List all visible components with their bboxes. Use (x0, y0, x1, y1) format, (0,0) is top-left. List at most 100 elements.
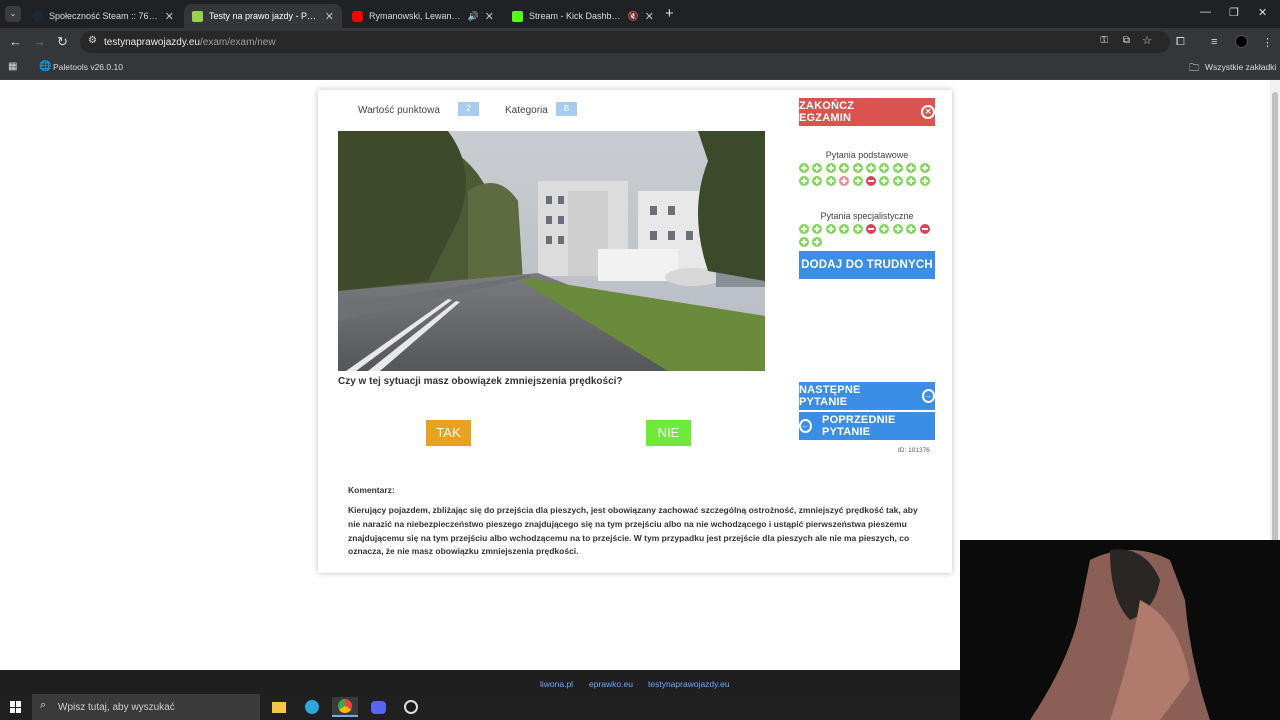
correct-question-marker[interactable] (852, 176, 863, 187)
correct-question-marker[interactable] (812, 224, 823, 234)
category-badge: B (556, 102, 577, 116)
wrong-question-marker[interactable] (865, 224, 876, 234)
correct-question-marker[interactable] (879, 224, 890, 234)
menu-icon[interactable]: ⋮ (1262, 36, 1273, 49)
tab-title: Społeczność Steam :: 76561198 (49, 11, 159, 21)
obs-icon[interactable] (398, 697, 424, 717)
file-explorer-icon[interactable] (266, 697, 292, 717)
taskbar-search-input[interactable]: ⌕ Wpisz tutaj, aby wyszukać (32, 694, 260, 720)
correct-question-marker[interactable] (839, 176, 850, 187)
edge-icon[interactable] (299, 697, 325, 717)
youtube-icon (352, 10, 363, 22)
answer-no-button[interactable]: NIE (646, 420, 691, 446)
extensions-icon[interactable]: ⧠ (1176, 36, 1185, 49)
correct-question-marker[interactable] (865, 163, 876, 173)
correct-question-marker[interactable] (852, 163, 863, 173)
all-bookmarks[interactable]: Wszystkie zakładki (1205, 62, 1276, 72)
comment-text: Kierujący pojazdem, zbliżając się do prz… (348, 505, 918, 557)
correct-question-marker[interactable] (919, 163, 930, 173)
prev-label: POPRZEDNIE PYTANIE (822, 414, 896, 438)
tab-youtube[interactable]: Rymanowski, Lewandowski 🔊 ✕ (344, 4, 502, 28)
kick-icon (512, 10, 523, 22)
question-id: ID: 101376 (898, 447, 930, 454)
special-questions-grid (799, 224, 933, 250)
new-tab-button[interactable]: + (665, 5, 674, 22)
tab-search-button[interactable]: ⌄ (5, 6, 21, 22)
discord-icon[interactable] (365, 697, 391, 717)
correct-question-marker[interactable] (825, 176, 836, 187)
tab-title: Stream - Kick Dashboard (529, 11, 624, 21)
tab-steam[interactable]: Społeczność Steam :: 76561198 ✕ (24, 4, 182, 28)
search-placeholder: Wpisz tutaj, aby wyszukać (58, 701, 175, 713)
correct-question-marker[interactable] (879, 163, 890, 173)
site-icon (192, 10, 203, 22)
correct-question-marker[interactable] (906, 163, 917, 173)
correct-question-marker[interactable] (892, 176, 903, 187)
correct-question-marker[interactable] (799, 176, 809, 187)
wrong-question-marker[interactable] (865, 176, 876, 187)
reload-icon[interactable]: ↻ (57, 34, 68, 50)
correct-question-marker[interactable] (892, 224, 903, 234)
correct-question-marker[interactable] (892, 163, 903, 173)
correct-question-marker[interactable] (799, 163, 809, 173)
minimize-icon[interactable]: — (1200, 6, 1211, 18)
footer-link-liwona[interactable]: liwona.pl (540, 679, 573, 689)
footer-link-eprawko[interactable]: eprawko.eu (589, 679, 633, 689)
correct-question-marker[interactable] (839, 163, 850, 173)
wrong-question-marker[interactable] (919, 224, 930, 234)
close-tab-icon[interactable]: ✕ (325, 10, 334, 23)
basic-questions-grid (799, 163, 933, 189)
previous-question-button[interactable]: ← POPRZEDNIE PYTANIE (799, 412, 935, 440)
question-text: Czy w tej sytuacji masz obowiązek zmniej… (338, 376, 623, 387)
tab-title: Rymanowski, Lewandowski (369, 11, 464, 21)
correct-question-marker[interactable] (812, 163, 823, 173)
close-tab-icon[interactable]: ✕ (485, 10, 494, 23)
next-question-button[interactable]: NASTĘPNE PYTANIE → (799, 382, 935, 410)
profile-avatar[interactable] (1235, 35, 1248, 48)
correct-question-marker[interactable] (812, 237, 823, 248)
muted-icon[interactable]: 🔇 (628, 11, 639, 22)
add-to-difficult-button[interactable]: DODAJ DO TRUDNYCH (799, 251, 935, 279)
correct-question-marker[interactable] (879, 176, 890, 187)
tab-testy[interactable]: Testy na prawo jazdy - Przygotu ✕ (184, 4, 342, 28)
site-info-icon[interactable]: ⚙ (88, 35, 97, 46)
forward-icon[interactable]: → (33, 34, 46, 50)
url-host: testynaprawojazdy.eu (104, 36, 200, 48)
correct-question-marker[interactable] (799, 224, 809, 234)
correct-question-marker[interactable] (812, 176, 823, 187)
close-window-icon[interactable]: ✕ (1258, 6, 1267, 19)
footer-link-testy[interactable]: testynaprawojazdy.eu (648, 679, 730, 689)
windows-start-icon[interactable] (10, 701, 22, 713)
address-bar[interactable]: ⚙ testynaprawojazdy.eu/exam/exam/new ⚿ ⧉… (80, 31, 1170, 53)
install-icon[interactable]: ⧉ (1123, 35, 1130, 46)
speaker-icon[interactable]: 🔊 (468, 11, 479, 22)
correct-question-marker[interactable] (799, 237, 809, 248)
correct-question-marker[interactable] (906, 224, 917, 234)
chrome-icon[interactable] (332, 697, 358, 717)
correct-question-marker[interactable] (919, 176, 930, 187)
bookmark-paletools[interactable]: Paletools v26.0.10 (53, 62, 123, 72)
bookmark-star-icon[interactable]: ☆ (1142, 34, 1152, 47)
search-icon: ⌕ (40, 699, 47, 711)
answer-yes-button[interactable]: TAK (426, 420, 471, 446)
key-icon[interactable]: ⚿ (1100, 35, 1108, 46)
reading-list-icon[interactable]: ≡ (1211, 36, 1217, 48)
question-image (338, 131, 765, 371)
end-exam-button[interactable]: ZAKOŃCZ EGZAMIN ✕ (799, 98, 935, 126)
tab-title: Testy na prawo jazdy - Przygotu (209, 11, 319, 21)
correct-question-marker[interactable] (906, 176, 917, 187)
browser-toolbar: ← → ↻ ⚙ testynaprawojazdy.eu/exam/exam/n… (0, 28, 1280, 56)
back-icon[interactable]: ← (9, 34, 22, 50)
close-tab-icon[interactable]: ✕ (645, 10, 654, 23)
browser-tab-bar: ⌄ Społeczność Steam :: 76561198 ✕ Testy … (0, 0, 1280, 28)
exam-card: Wartość punktowa 2 Kategoria B Czy w tej… (318, 90, 952, 573)
restore-icon[interactable]: ❐ (1229, 6, 1239, 19)
correct-question-marker[interactable] (852, 224, 863, 234)
correct-question-marker[interactable] (839, 224, 850, 234)
tab-kick[interactable]: Stream - Kick Dashboard 🔇 ✕ (504, 4, 662, 28)
correct-question-marker[interactable] (825, 224, 836, 234)
close-tab-icon[interactable]: ✕ (165, 10, 174, 23)
apps-icon[interactable]: ▦ (8, 61, 17, 72)
end-exam-label: ZAKOŃCZ EGZAMIN (799, 100, 855, 124)
correct-question-marker[interactable] (825, 163, 836, 173)
